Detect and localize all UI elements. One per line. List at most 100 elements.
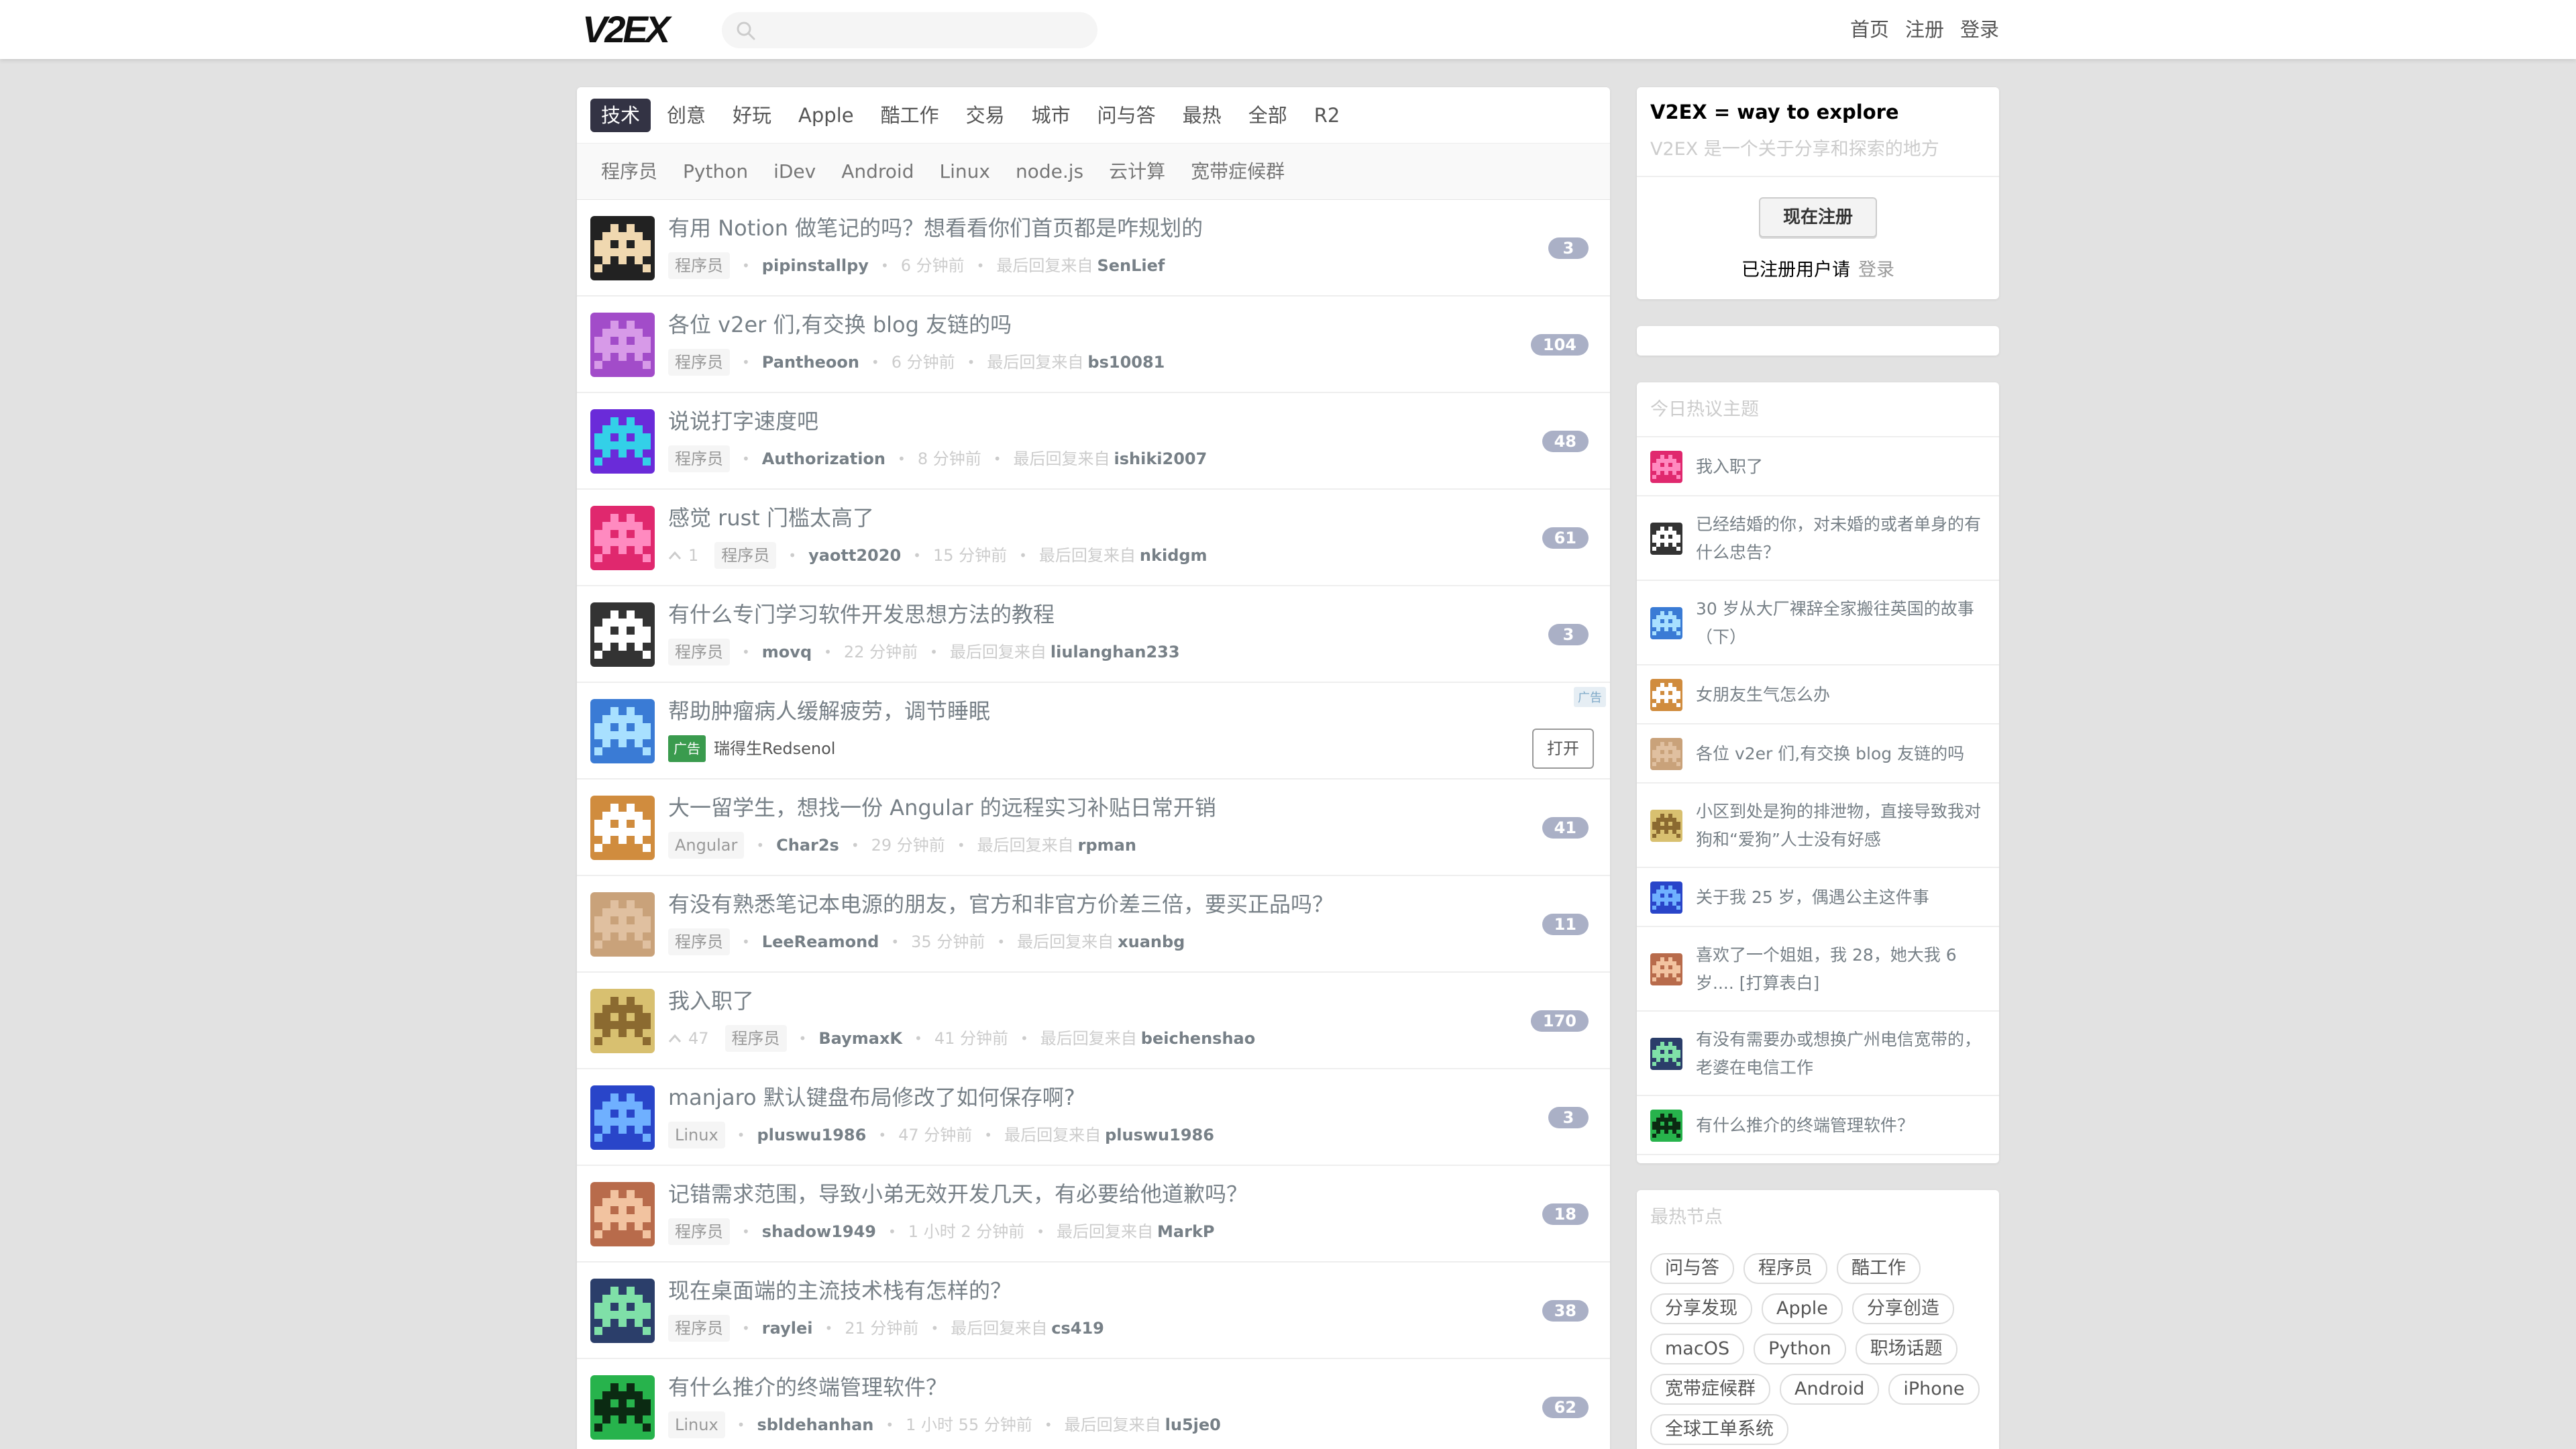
hot-topic-title[interactable]: 有什么推介的终端管理软件？ <box>1696 1112 1987 1140</box>
last-reply-user[interactable]: bs10081 <box>1087 350 1165 374</box>
reply-count-badge[interactable]: 11 <box>1542 914 1589 935</box>
node-tag[interactable]: Angular <box>668 832 745 859</box>
topic-title[interactable]: 感觉 rust 门槛太高了 <box>668 503 874 533</box>
hot-topic-title[interactable]: 30 岁从大厂裸辞全家搬往英国的故事（下） <box>1696 595 1987 651</box>
topic-title[interactable]: 帮助肿瘤病人缓解疲劳，调节睡眠 <box>668 696 990 726</box>
author-link[interactable]: Char2s <box>776 833 839 857</box>
vote-count[interactable]: 47 <box>668 1026 709 1051</box>
search-box[interactable] <box>722 12 1097 48</box>
subtab-2[interactable]: iDev <box>763 155 826 189</box>
hot-node-pill[interactable]: Android <box>1780 1374 1880 1405</box>
tab-4[interactable]: 酷工作 <box>870 99 950 132</box>
last-reply-user[interactable]: beichenshao <box>1141 1026 1255 1051</box>
author-link[interactable]: pluswu1986 <box>757 1123 866 1147</box>
hot-topic-title[interactable]: 女朋友生气怎么办 <box>1696 681 1987 709</box>
node-tag[interactable]: 程序员 <box>668 928 730 955</box>
hot-node-pill[interactable]: 酷工作 <box>1837 1253 1921 1284</box>
user-avatar[interactable] <box>590 409 655 474</box>
topic-title[interactable]: 现在桌面端的主流技术栈有怎样的？ <box>668 1276 1012 1305</box>
last-reply-user[interactable]: xuanbg <box>1118 930 1185 954</box>
node-tag[interactable]: Linux <box>668 1411 725 1438</box>
reply-count-badge[interactable]: 104 <box>1530 334 1589 356</box>
node-tag[interactable]: 程序员 <box>668 252 730 279</box>
hot-topic-title[interactable]: 喜欢了一个姐姐，我 28，她大我 6 岁.... [打算表白] <box>1696 941 1987 998</box>
nav-home-link[interactable]: 首页 <box>1850 16 1889 43</box>
hot-node-pill[interactable]: 分享创造 <box>1851 1293 1954 1324</box>
hot-topic-title[interactable]: 小区到处是狗的排泄物，直接导致我对狗和“爱狗”人士没有好感 <box>1696 798 1987 854</box>
author-link[interactable]: pipinstallpy <box>762 254 869 278</box>
last-reply-user[interactable]: ishiki2007 <box>1114 447 1208 471</box>
author-link[interactable]: yaott2020 <box>808 543 901 568</box>
node-tag[interactable]: 程序员 <box>668 349 730 376</box>
hot-topic-item[interactable]: 已经结婚的你，对未婚的或者单身的有什么忠告？ <box>1637 496 1999 581</box>
topic-title[interactable]: 有没有熟悉笔记本电源的朋友，官方和非官方价差三倍，要买正品吗？ <box>668 890 1334 919</box>
topic-title[interactable]: manjaro 默认键盘布局修改了如何保存啊? <box>668 1083 1075 1112</box>
user-avatar[interactable] <box>590 989 655 1053</box>
hot-node-pill[interactable]: 全球工单系统 <box>1650 1414 1788 1445</box>
hot-topic-item[interactable]: 30 岁从大厂裸辞全家搬往英国的故事（下） <box>1637 581 1999 665</box>
signup-button[interactable]: 现在注册 <box>1759 197 1877 237</box>
tab-5[interactable]: 交易 <box>955 99 1016 132</box>
author-link[interactable]: LeeReamond <box>762 930 879 954</box>
author-link[interactable]: raylei <box>762 1316 813 1340</box>
user-avatar[interactable] <box>590 1182 655 1246</box>
tab-2[interactable]: 好玩 <box>722 99 782 132</box>
hot-topic-avatar[interactable] <box>1650 679 1682 711</box>
tab-10[interactable]: R2 <box>1303 99 1351 132</box>
hot-topic-avatar[interactable] <box>1650 881 1682 914</box>
reply-count-badge[interactable]: 48 <box>1542 431 1589 452</box>
last-reply-user[interactable]: lu5je0 <box>1165 1413 1221 1437</box>
hot-node-pill[interactable]: 职场话题 <box>1855 1334 1957 1364</box>
subtab-6[interactable]: 云计算 <box>1098 155 1176 189</box>
author-link[interactable]: sbldehanhan <box>757 1413 873 1437</box>
hot-topic-item[interactable]: 我入职了 <box>1637 437 1999 496</box>
tab-0[interactable]: 技术 <box>590 98 651 132</box>
sidebar-login-link[interactable]: 登录 <box>1858 260 1894 280</box>
reply-count-badge[interactable]: 38 <box>1542 1300 1589 1322</box>
user-avatar[interactable] <box>590 506 655 570</box>
hot-topic-item[interactable]: 各位 v2er 们,有交换 blog 友链的吗 <box>1637 724 1999 784</box>
hot-topic-avatar[interactable] <box>1650 451 1682 483</box>
last-reply-user[interactable]: nkidgm <box>1140 543 1208 568</box>
hot-node-pill[interactable]: iPhone <box>1888 1374 1980 1405</box>
hot-node-pill[interactable]: 宽带症候群 <box>1650 1374 1770 1405</box>
vote-count[interactable]: 1 <box>668 543 698 568</box>
hot-topic-title[interactable]: 我入职了 <box>1696 453 1987 481</box>
hot-topic-item[interactable]: 女朋友生气怎么办 <box>1637 665 1999 724</box>
hot-topic-title[interactable]: 关于我 25 岁，偶遇公主这件事 <box>1696 883 1987 912</box>
last-reply-user[interactable]: rpman <box>1078 833 1136 857</box>
subtab-5[interactable]: node.js <box>1005 155 1094 189</box>
hot-node-pill[interactable]: Apple <box>1762 1293 1843 1324</box>
last-reply-user[interactable]: pluswu1986 <box>1105 1123 1214 1147</box>
hot-node-pill[interactable]: 程序员 <box>1743 1253 1827 1284</box>
hot-topic-item[interactable]: 有什么推介的终端管理软件？ <box>1637 1096 1999 1155</box>
last-reply-user[interactable]: SenLief <box>1097 254 1165 278</box>
ad-sponsor[interactable]: 瑞得生Redsenol <box>714 737 835 761</box>
node-tag[interactable]: 程序员 <box>668 639 730 665</box>
user-avatar[interactable] <box>590 699 655 763</box>
reply-count-badge[interactable]: 18 <box>1542 1203 1589 1225</box>
hot-topic-avatar[interactable] <box>1650 738 1682 770</box>
hot-topic-item[interactable]: 喜欢了一个姐姐，我 28，她大我 6 岁.... [打算表白] <box>1637 927 1999 1012</box>
hot-topic-avatar[interactable] <box>1650 810 1682 842</box>
site-logo[interactable]: V2EX <box>582 11 670 48</box>
reply-count-badge[interactable]: 61 <box>1542 527 1589 549</box>
topic-title[interactable]: 有用 Notion 做笔记的吗？想看看你们首页都是咋规划的 <box>668 213 1203 243</box>
tab-7[interactable]: 问与答 <box>1087 99 1167 132</box>
node-tag[interactable]: 程序员 <box>668 445 730 472</box>
topic-title[interactable]: 记错需求范围，导致小弟无效开发几天，有必要给他道歉吗？ <box>668 1179 1248 1209</box>
topic-title[interactable]: 各位 v2er 们,有交换 blog 友链的吗 <box>668 310 1012 339</box>
reply-count-badge[interactable]: 62 <box>1542 1397 1589 1418</box>
hot-topic-avatar[interactable] <box>1650 953 1682 985</box>
subtab-1[interactable]: Python <box>672 155 759 189</box>
hot-topic-item[interactable]: 关于我 25 岁，偶遇公主这件事 <box>1637 868 1999 927</box>
nav-signup-link[interactable]: 注册 <box>1905 16 1944 43</box>
user-avatar[interactable] <box>590 602 655 667</box>
hot-topic-avatar[interactable] <box>1650 607 1682 639</box>
reply-count-badge[interactable]: 41 <box>1542 817 1589 839</box>
topic-title[interactable]: 说说打字速度吧 <box>668 407 818 436</box>
node-tag[interactable]: 程序员 <box>724 1025 787 1052</box>
hot-node-pill[interactable]: macOS <box>1650 1334 1745 1364</box>
nav-login-link[interactable]: 登录 <box>1960 16 1999 43</box>
topic-title[interactable]: 大一留学生，想找一份 Angular 的远程实习补贴日常开销 <box>668 793 1216 822</box>
